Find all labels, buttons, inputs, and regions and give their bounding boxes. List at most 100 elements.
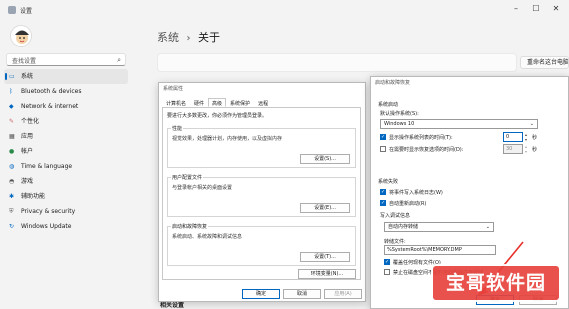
chevron-down-icon: ⌄ [485, 224, 490, 230]
bluetooth-icon: ᛒ [9, 88, 13, 95]
tab-strip: 计算机名 硬件 高级 系统保护 远程 [162, 98, 272, 107]
dialog-title: 启动和故障恢复 [375, 80, 411, 86]
environment-variables-button[interactable]: 环境变量(N)... [298, 269, 356, 279]
group-title: 性能 [171, 125, 184, 132]
spinner-arrows-icon[interactable]: ▴ ▾ [523, 132, 529, 142]
sidebar-item-label: Network & internet [21, 103, 79, 110]
sidebar-item-privacy[interactable]: ⛨ Privacy & security [4, 204, 128, 219]
sidebar-item-gaming[interactable]: ◓ 游戏 [4, 174, 128, 189]
auto-restart-checkbox[interactable] [380, 200, 386, 206]
sidebar-item-label: Privacy & security [21, 208, 76, 215]
device-card [157, 53, 517, 72]
sidebar-nav: ▭ 系统 ᛒ Bluetooth & devices ◆ Network & inte… [4, 69, 128, 234]
maximize-button[interactable]: ☐ [529, 4, 543, 13]
user-profiles-group: 用户配置文件 与登录帐户相关的桌面设置 设置(E)... [167, 174, 356, 217]
sidebar-item-label: Bluetooth & devices [21, 88, 82, 95]
profiles-settings-button[interactable]: 设置(E)... [300, 203, 350, 213]
avatar[interactable] [10, 25, 32, 47]
write-event-label: 将事件写入系统日志(W) [389, 190, 443, 196]
system-failure-heading: 系统失败 [378, 179, 399, 185]
sidebar: 查找设置 ⌕ ▭ 系统 ᛒ Bluetooth & devices ◆ Network… [0, 20, 132, 309]
cancel-button[interactable]: 取消 [283, 289, 321, 299]
window-title: 设置 [20, 8, 33, 15]
sidebar-item-label: Windows Update [21, 223, 72, 230]
settings-app-icon [8, 6, 16, 14]
breadcrumb-separator: › [186, 33, 191, 44]
system-startup-heading: 系统启动 [378, 102, 399, 108]
search-input[interactable]: 查找设置 ⌕ [6, 53, 126, 66]
show-recovery-label: 在需要时显示恢复选项的时间(D): [389, 147, 464, 153]
sidebar-item-personalization[interactable]: ✎ 个性化 [4, 114, 128, 129]
startup-recovery-group: 启动和故障恢复 系统启动、系统故障和调试信息 设置(T)... [167, 223, 356, 266]
sidebar-item-label: Time & language [21, 163, 73, 170]
search-icon: ⌕ [117, 56, 121, 64]
brush-icon: ✎ [9, 118, 15, 125]
show-os-list-checkbox[interactable] [380, 134, 386, 140]
group-title: 启动和故障恢复 [171, 223, 209, 230]
page-title: 关于 [198, 31, 220, 44]
apply-button[interactable]: 应用(A) [324, 289, 362, 299]
close-button[interactable]: ✕ [549, 4, 563, 13]
sidebar-item-accounts[interactable]: ● 帐户 [4, 144, 128, 159]
title-bar: 设置 – ☐ ✕ [0, 0, 569, 20]
show-os-list-label: 显示操作系统列表的时间(T): [389, 135, 453, 141]
sidebar-item-label: 应用 [21, 133, 34, 140]
default-os-select[interactable]: Windows 10 ⌄ [380, 119, 538, 129]
monitor-icon: ▭ [9, 73, 15, 80]
show-recovery-seconds-input[interactable]: 30 [503, 144, 523, 154]
show-recovery-checkbox[interactable] [380, 146, 386, 152]
minimize-button[interactable]: – [509, 4, 523, 13]
chevron-down-icon: ⌄ [529, 121, 534, 127]
breadcrumb: 系统 › 关于 [157, 29, 220, 45]
admin-note: 要进行大多数更改，你必须作为管理员登录。 [167, 113, 268, 119]
group-description: 视觉效果，处理器计划，内存使用，以及虚拟内存 [172, 136, 283, 142]
write-debug-heading: 写入调试信息 [380, 213, 411, 219]
update-icon: ↻ [9, 223, 15, 230]
group-description: 与登录帐户相关的桌面设置 [172, 185, 233, 191]
ok-button[interactable]: 确定 [242, 289, 280, 299]
sidebar-item-network[interactable]: ◆ Network & internet [4, 99, 128, 114]
dialog-title: 系统属性 [163, 86, 184, 92]
sidebar-item-label: 游戏 [21, 178, 34, 185]
group-title: 用户配置文件 [171, 174, 204, 181]
sidebar-item-accessibility[interactable]: ✱ 辅助功能 [4, 189, 128, 204]
sidebar-item-label: 帐户 [21, 148, 34, 155]
disable-auto-delete-checkbox[interactable] [384, 269, 390, 275]
sidebar-item-time-language[interactable]: ◍ Time & language [4, 159, 128, 174]
performance-settings-button[interactable]: 设置(S)... [300, 154, 350, 164]
sidebar-item-label: 系统 [21, 73, 34, 80]
tab-computer-name[interactable]: 计算机名 [162, 98, 190, 107]
tab-advanced[interactable]: 高级 [208, 98, 227, 107]
seconds-label: 秒 [532, 147, 538, 153]
globe-icon: ◍ [9, 163, 15, 170]
tab-remote[interactable]: 远程 [254, 98, 272, 107]
sidebar-item-system[interactable]: ▭ 系统 [4, 69, 128, 84]
show-os-list-seconds-input[interactable]: 0 [503, 132, 523, 142]
default-os-label: 默认操作系统(S): [380, 111, 419, 117]
shield-icon: ⛨ [9, 208, 14, 215]
sidebar-item-bluetooth[interactable]: ᛒ Bluetooth & devices [4, 84, 128, 99]
dump-file-input[interactable]: %SystemRoot%\MEMORY.DMP [384, 245, 496, 255]
tab-system-protection[interactable]: 系统保护 [226, 98, 254, 107]
sidebar-item-apps[interactable]: ▦ 应用 [4, 129, 128, 144]
sidebar-item-windows-update[interactable]: ↻ Windows Update [4, 219, 128, 234]
performance-group: 性能 视觉效果，处理器计划，内存使用，以及虚拟内存 设置(S)... [167, 125, 356, 168]
tab-hardware[interactable]: 硬件 [190, 98, 208, 107]
default-os-value: Windows 10 [384, 121, 415, 127]
write-event-checkbox[interactable] [380, 189, 386, 195]
search-placeholder: 查找设置 [12, 58, 37, 65]
seconds-label: 秒 [532, 135, 538, 141]
overwrite-checkbox[interactable] [384, 259, 390, 265]
startup-settings-button[interactable]: 设置(T)... [300, 252, 350, 262]
dump-file-label: 转储文件: [384, 239, 406, 245]
wifi-icon: ◆ [9, 103, 14, 110]
watermark-logo: 宝哥软件园 [431, 264, 561, 302]
spinner-arrows-icon: ▴ ▾ [524, 144, 527, 154]
rename-pc-button[interactable]: 重命名这台电脑 [520, 56, 569, 69]
system-properties-dialog: 系统属性 计算机名 硬件 高级 系统保护 远程 要进行大多数更改，你必须作为管理… [158, 82, 366, 302]
debug-type-select[interactable]: 自动内存转储 ⌄ [384, 222, 494, 232]
group-description: 系统启动、系统故障和调试信息 [172, 234, 243, 240]
breadcrumb-root[interactable]: 系统 [157, 31, 179, 44]
advanced-tab-panel: 要进行大多数更改，你必须作为管理员登录。 性能 视觉效果，处理器计划，内存使用，… [162, 107, 361, 280]
person-icon: ● [9, 148, 15, 155]
